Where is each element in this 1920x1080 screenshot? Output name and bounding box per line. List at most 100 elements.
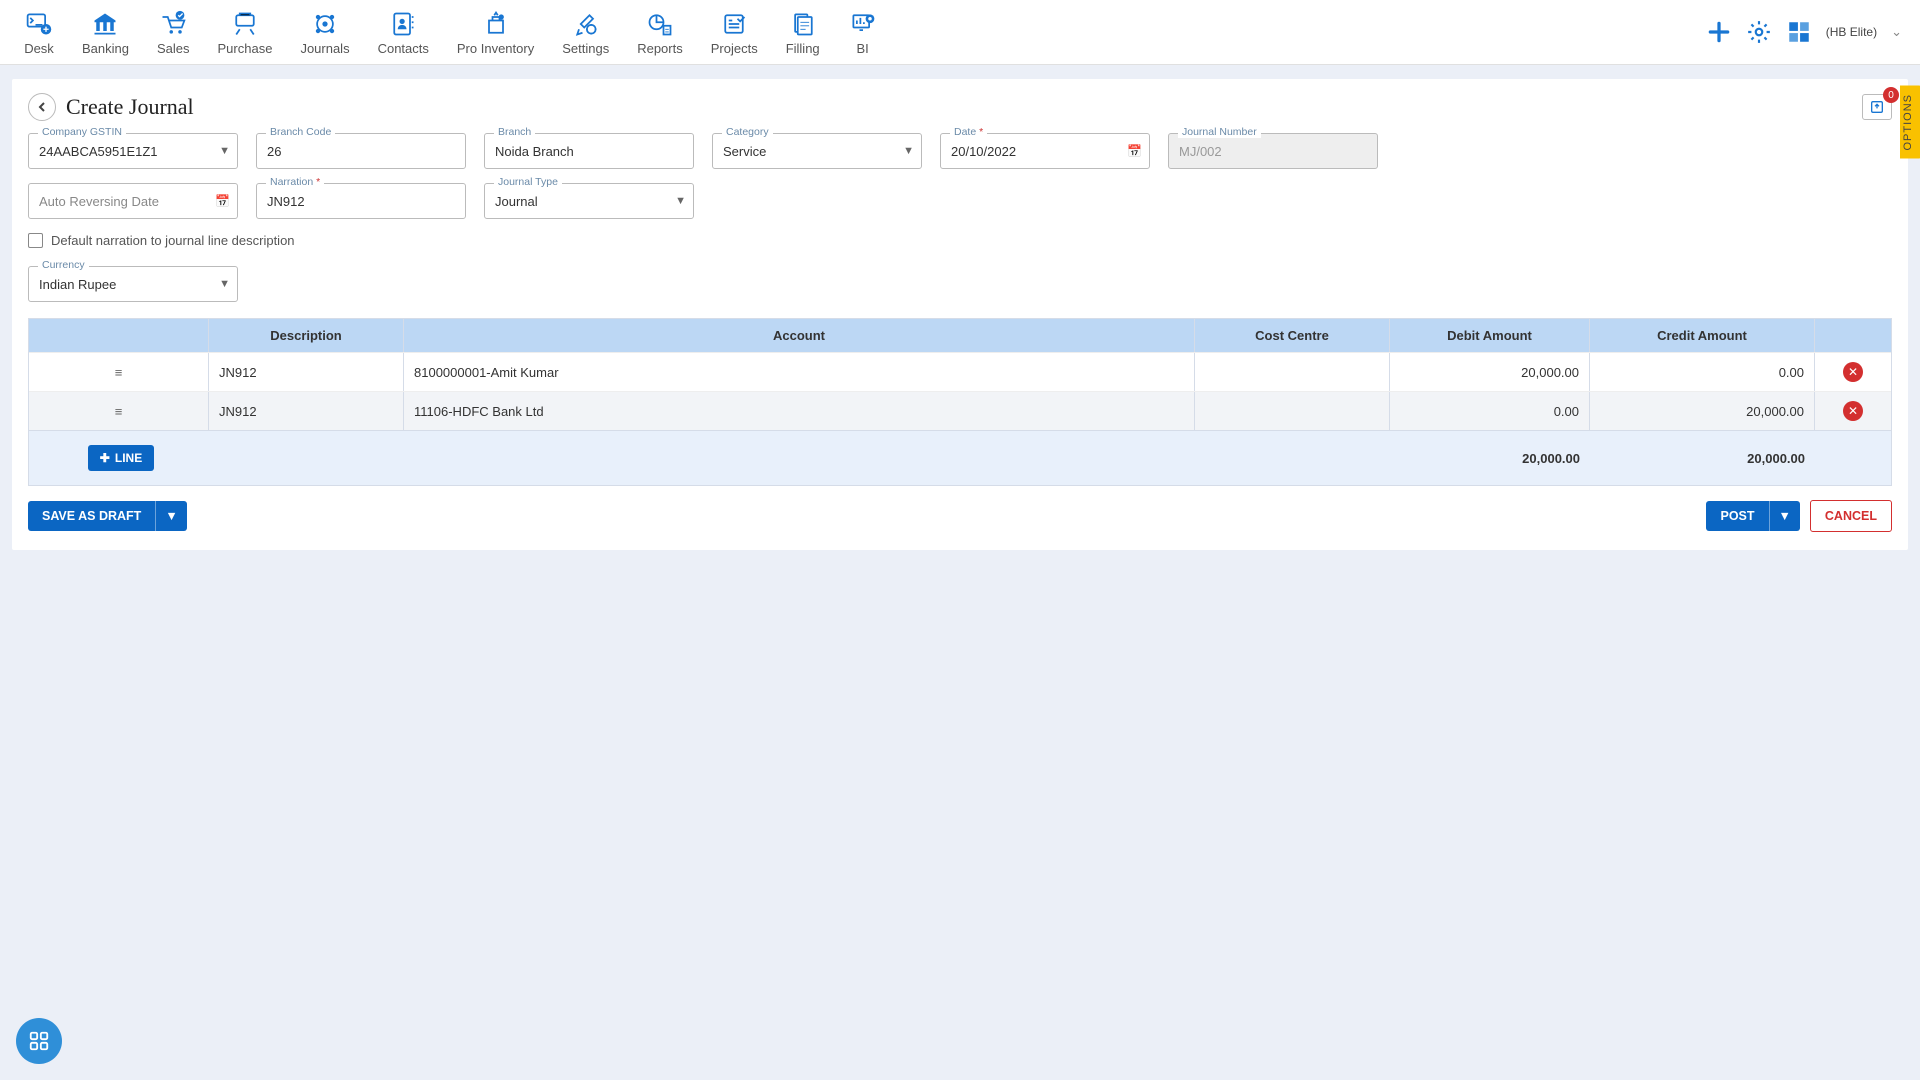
- post-button[interactable]: POST: [1706, 501, 1768, 531]
- input[interactable]: [484, 133, 694, 169]
- purchase-icon: [230, 9, 260, 39]
- cell-credit[interactable]: 20,000.00: [1590, 392, 1815, 430]
- cell-debit[interactable]: 20,000.00: [1390, 353, 1590, 391]
- input[interactable]: [28, 183, 238, 219]
- input: [1168, 133, 1378, 169]
- top-nav: Desk Banking Sales Purchase Journals Con…: [0, 0, 1920, 65]
- delete-row-button[interactable]: ✕: [1843, 401, 1863, 421]
- nav-label: Reports: [637, 41, 683, 56]
- input[interactable]: [484, 183, 694, 219]
- nav-contacts[interactable]: Contacts: [364, 4, 443, 61]
- field-auto-reversing[interactable]: 📅: [28, 183, 238, 219]
- cell-debit[interactable]: 0.00: [1390, 392, 1590, 430]
- page-title: Create Journal: [66, 94, 194, 120]
- th-credit: Credit Amount: [1590, 319, 1815, 352]
- field-journal-type[interactable]: Journal Type ▼: [484, 183, 694, 219]
- field-category[interactable]: Category ▼: [712, 133, 922, 169]
- company-label: (HB Elite): [1826, 25, 1877, 39]
- nav-items: Desk Banking Sales Purchase Journals Con…: [10, 4, 1706, 61]
- default-narration-row: Default narration to journal line descri…: [28, 233, 1892, 248]
- nav-banking[interactable]: Banking: [68, 4, 143, 61]
- label: Narration: [266, 176, 324, 188]
- filling-icon: [788, 9, 818, 39]
- nav-label: Settings: [562, 41, 609, 56]
- cell-description[interactable]: JN912: [209, 392, 404, 430]
- drag-handle-icon[interactable]: ≡: [115, 404, 123, 419]
- nav-settings[interactable]: Settings: [548, 4, 623, 61]
- cell-credit[interactable]: 0.00: [1590, 353, 1815, 391]
- input[interactable]: [256, 183, 466, 219]
- nav-filling[interactable]: Filling: [772, 4, 834, 61]
- nav-reports[interactable]: Reports: [623, 4, 697, 61]
- page-head: Create Journal 0: [28, 93, 1892, 121]
- field-date[interactable]: Date 📅: [940, 133, 1150, 169]
- table-row[interactable]: ≡ JN912 11106-HDFC Bank Ltd 0.00 20,000.…: [29, 391, 1891, 430]
- field-company-gstin[interactable]: Company GSTIN ▼: [28, 133, 238, 169]
- drag-handle-icon[interactable]: ≡: [115, 365, 123, 380]
- cell-costcentre[interactable]: [1195, 353, 1390, 391]
- input[interactable]: [940, 133, 1150, 169]
- input[interactable]: [256, 133, 466, 169]
- add-line-button[interactable]: ✚ LINE: [88, 445, 154, 471]
- label: Journal Number: [1178, 126, 1261, 138]
- nav-label: Purchase: [218, 41, 273, 56]
- input[interactable]: [28, 133, 238, 169]
- reports-icon: [645, 9, 675, 39]
- action-bar: SAVE AS DRAFT ▼ POST ▼ CANCEL: [28, 500, 1892, 532]
- cell-account[interactable]: 11106-HDFC Bank Ltd: [404, 392, 1195, 430]
- input[interactable]: [712, 133, 922, 169]
- save-draft-button[interactable]: SAVE AS DRAFT: [28, 501, 155, 531]
- desk-icon: [24, 9, 54, 39]
- field-branch-code[interactable]: Branch Code: [256, 133, 466, 169]
- nav-sales[interactable]: Sales: [143, 4, 204, 61]
- back-button[interactable]: [28, 93, 56, 121]
- form-rows: Company GSTIN ▼ Branch Code Branch Categ…: [28, 133, 1892, 219]
- cell-costcentre[interactable]: [1195, 392, 1390, 430]
- field-currency[interactable]: Currency ▼: [28, 266, 238, 302]
- field-branch[interactable]: Branch: [484, 133, 694, 169]
- label: Date: [950, 126, 987, 138]
- bank-icon: [90, 9, 120, 39]
- default-narration-label: Default narration to journal line descri…: [51, 233, 295, 248]
- apps-fab[interactable]: [16, 1018, 62, 1064]
- nav-bi[interactable]: BI: [834, 4, 892, 61]
- nav-label: BI: [857, 41, 869, 56]
- label: Currency: [38, 259, 89, 271]
- field-narration[interactable]: Narration: [256, 183, 466, 219]
- nav-label: Desk: [24, 41, 54, 56]
- cell-description[interactable]: JN912: [209, 353, 404, 391]
- import-button[interactable]: 0: [1862, 94, 1892, 120]
- cancel-button[interactable]: CANCEL: [1810, 500, 1892, 532]
- nav-label: Filling: [786, 41, 820, 56]
- bi-icon: [848, 9, 878, 39]
- delete-row-button[interactable]: ✕: [1843, 362, 1863, 382]
- label: Journal Type: [494, 176, 562, 188]
- nav-label: Journals: [300, 41, 349, 56]
- nav-projects[interactable]: Projects: [697, 4, 772, 61]
- nav-journals[interactable]: Journals: [286, 4, 363, 61]
- post-group: POST ▼: [1706, 501, 1799, 531]
- journals-icon: [310, 9, 340, 39]
- save-draft-split[interactable]: ▼: [155, 501, 186, 531]
- nav-label: Contacts: [378, 41, 429, 56]
- settings-icon: [571, 9, 601, 39]
- th-description: Description: [209, 319, 404, 352]
- table-row[interactable]: ≡ JN912 8100000001-Amit Kumar 20,000.00 …: [29, 352, 1891, 391]
- company-caret-icon[interactable]: ⌄: [1891, 24, 1902, 40]
- projects-icon: [719, 9, 749, 39]
- post-split[interactable]: ▼: [1769, 501, 1800, 531]
- cell-account[interactable]: 8100000001-Amit Kumar: [404, 353, 1195, 391]
- plus-icon: ✚: [100, 451, 110, 465]
- nav-purchase[interactable]: Purchase: [204, 4, 287, 61]
- calculator-icon[interactable]: [1786, 19, 1812, 45]
- total-credit: 20,000.00: [1590, 431, 1815, 485]
- options-tab[interactable]: OPTIONS: [1900, 86, 1920, 159]
- nav-desk[interactable]: Desk: [10, 4, 68, 61]
- input[interactable]: [28, 266, 238, 302]
- gear-icon[interactable]: [1746, 19, 1772, 45]
- nav-proinventory[interactable]: Pro Inventory: [443, 4, 548, 61]
- th-blank: [29, 319, 209, 352]
- plus-icon[interactable]: [1706, 19, 1732, 45]
- default-narration-checkbox[interactable]: [28, 233, 43, 248]
- inventory-icon: [481, 9, 511, 39]
